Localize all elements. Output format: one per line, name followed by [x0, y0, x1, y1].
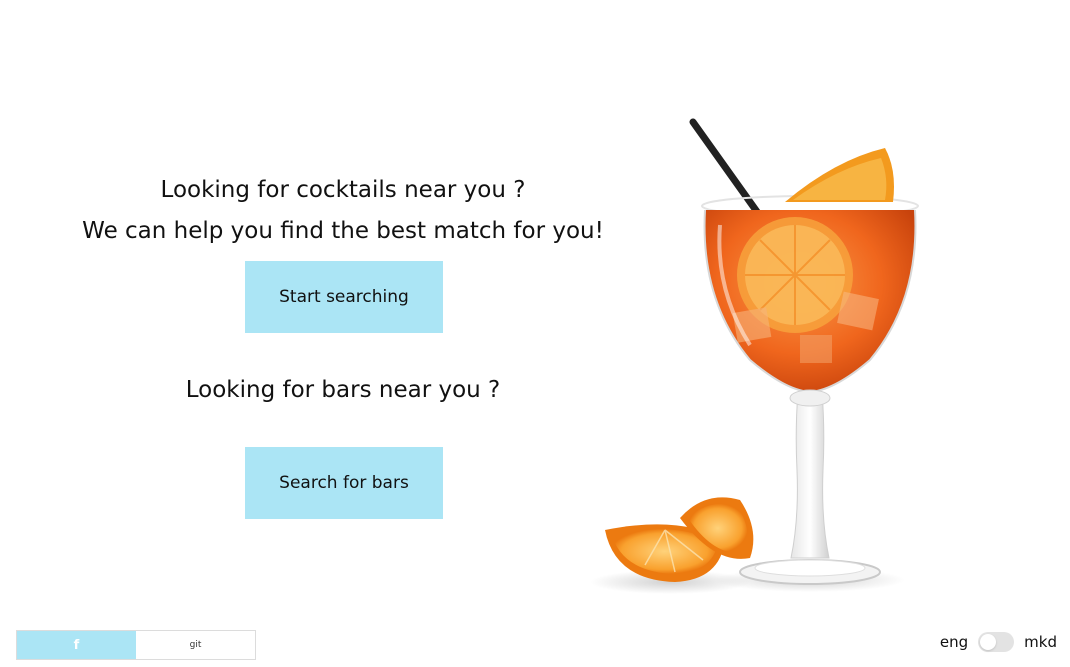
- facebook-link[interactable]: f: [17, 631, 136, 659]
- git-link[interactable]: git: [136, 631, 255, 659]
- start-searching-button[interactable]: Start searching: [245, 261, 443, 333]
- language-eng-label: eng: [939, 633, 969, 651]
- toggle-knob: [980, 634, 997, 650]
- language-switcher: eng mkd: [940, 630, 1057, 654]
- bars-heading: Looking for bars near you ?: [185, 377, 501, 403]
- search-bars-button[interactable]: Search for bars: [245, 447, 443, 519]
- help-subheading: We can help you find the best match for …: [82, 218, 604, 244]
- language-mkd-label: mkd: [1024, 633, 1057, 651]
- cocktail-illustration: [590, 118, 919, 594]
- language-toggle[interactable]: [978, 632, 1015, 652]
- cocktails-heading: Looking for cocktails near you ?: [160, 177, 526, 203]
- social-links: f git: [16, 630, 256, 660]
- landing-page: Looking for cocktails near you ? We can …: [0, 0, 1070, 667]
